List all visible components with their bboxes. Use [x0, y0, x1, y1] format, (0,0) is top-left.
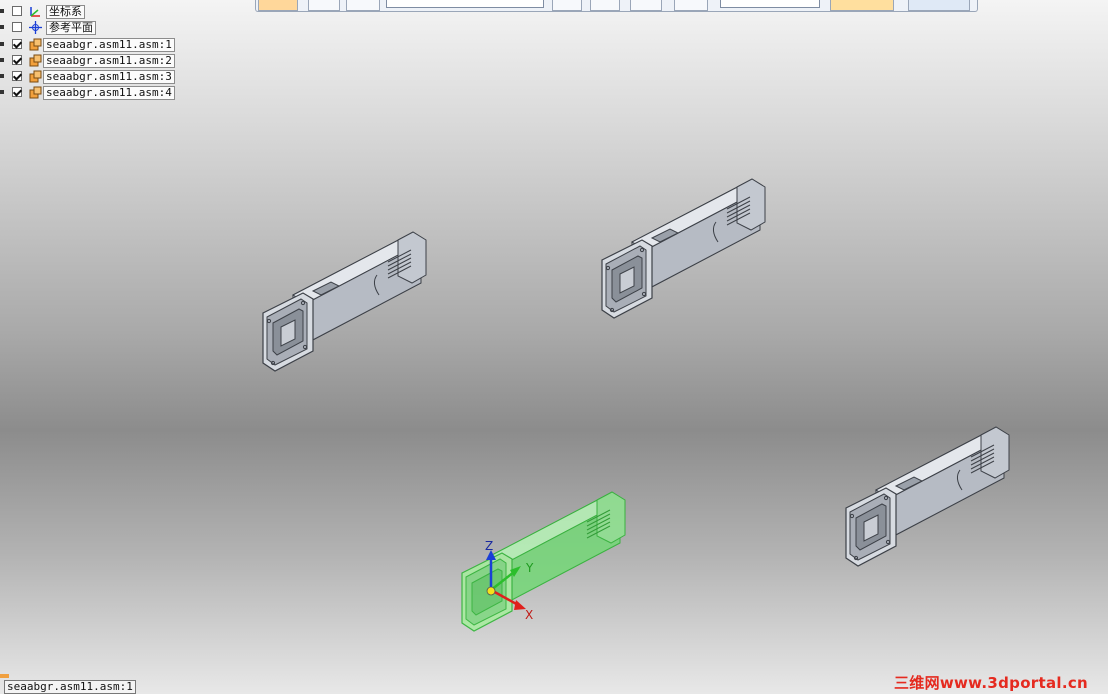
visibility-checkbox[interactable] — [12, 6, 22, 16]
assembly-icon — [29, 86, 42, 99]
tree-row-coordinate-system[interactable]: 坐标系 — [0, 4, 100, 19]
visibility-checkbox[interactable] — [12, 87, 22, 97]
watermark-text: 三维网www.3dportal.cn — [893, 674, 1088, 692]
highlight-button[interactable] — [830, 0, 894, 11]
expand-icon[interactable] — [0, 58, 4, 62]
expand-icon[interactable] — [0, 42, 4, 46]
visibility-checkbox[interactable] — [12, 22, 22, 32]
tree-row-assembly[interactable]: seaabgr.asm11.asm:1 — [0, 37, 190, 52]
part-instance-3[interactable] — [845, 426, 1010, 567]
tree-item-label: seaabgr.asm11.asm:4 — [43, 86, 175, 100]
expand-icon[interactable] — [0, 90, 4, 94]
part-instance-selected[interactable] — [461, 491, 626, 632]
sketch-button[interactable] — [552, 0, 582, 11]
tree-item-label: seaabgr.asm11.asm:3 — [43, 70, 175, 84]
filter-combo[interactable] — [720, 0, 820, 8]
expand-icon[interactable] — [0, 25, 4, 29]
style-combo[interactable] — [386, 0, 544, 8]
reference-plane-icon — [29, 21, 42, 34]
view-button[interactable] — [308, 0, 340, 11]
tree-item-label: seaabgr.asm11.asm:2 — [43, 54, 175, 68]
3d-viewport[interactable]: Z Y X — [0, 0, 1108, 694]
select-tool-button[interactable] — [258, 0, 298, 11]
tree-row-assembly[interactable]: seaabgr.asm11.asm:3 — [0, 69, 190, 84]
tree-item-label: seaabgr.asm11.asm:1 — [43, 38, 175, 52]
part-instance-1[interactable] — [262, 231, 427, 372]
tree-row-reference-plane[interactable]: 参考平面 — [0, 20, 110, 35]
visibility-checkbox[interactable] — [12, 55, 22, 65]
tree-row-assembly[interactable]: seaabgr.asm11.asm:4 — [0, 85, 190, 100]
status-indicator — [0, 674, 9, 678]
axis-y-label: Y — [525, 561, 534, 575]
coordinate-system-icon — [30, 7, 40, 17]
assembly-icon — [29, 38, 42, 51]
finish-button[interactable] — [908, 0, 970, 11]
axis-z-label: Z — [485, 539, 493, 553]
grid-button[interactable] — [674, 0, 708, 11]
expand-icon[interactable] — [0, 9, 4, 13]
display-button[interactable] — [346, 0, 380, 11]
visibility-checkbox[interactable] — [12, 71, 22, 81]
tree-item-label: 坐标系 — [46, 5, 85, 19]
axis-x-label: X — [525, 608, 533, 622]
selected-item-label: seaabgr.asm11.asm:1 — [4, 680, 136, 694]
visibility-checkbox[interactable] — [12, 39, 22, 49]
assembly-icon — [29, 70, 42, 83]
part-instance-2[interactable] — [601, 178, 766, 319]
tree-item-label: 参考平面 — [46, 21, 96, 35]
expand-icon[interactable] — [0, 74, 4, 78]
dimension-button[interactable] — [590, 0, 620, 11]
tree-row-assembly[interactable]: seaabgr.asm11.asm:2 — [0, 53, 190, 68]
align-button[interactable] — [630, 0, 662, 11]
command-toolbar — [255, 0, 978, 12]
assembly-icon — [29, 54, 42, 67]
